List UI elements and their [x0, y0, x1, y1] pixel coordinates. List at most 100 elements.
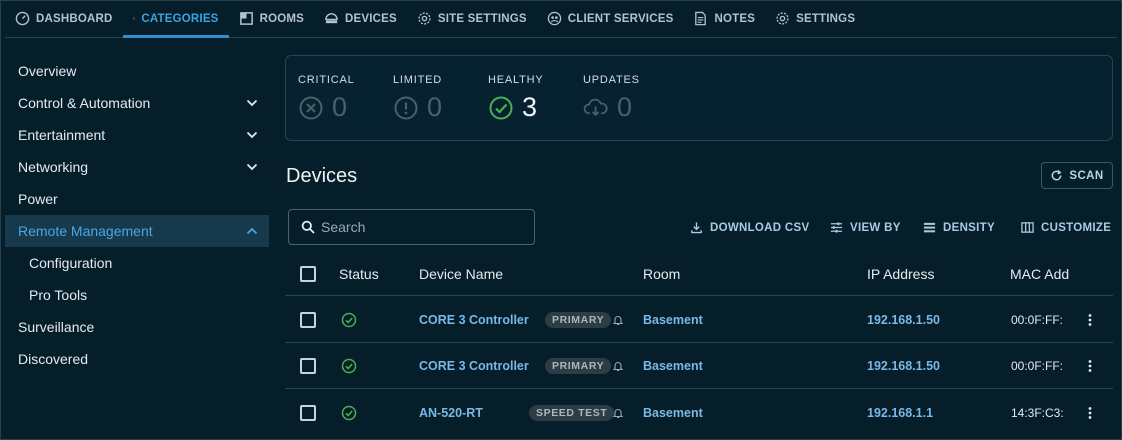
healthy-check-circle-icon: [341, 312, 357, 327]
table-row[interactable]: CORE 3 Controller PRIMARY Basement 192.1…: [285, 297, 1113, 343]
ip-address-link[interactable]: 192.168.1.1: [867, 390, 933, 436]
sidebar-item-power[interactable]: Power: [5, 183, 269, 215]
chevron-down-icon: [246, 99, 258, 107]
tab-rooms[interactable]: ROOMS: [229, 0, 314, 37]
device-name-link[interactable]: AN-520-RT: [419, 390, 483, 436]
mac-address: 00:0F:FF:: [1011, 312, 1064, 327]
device-badge: SPEED TEST: [529, 405, 615, 421]
view-by-button[interactable]: VIEW BY: [830, 221, 901, 234]
column-header-status[interactable]: Status: [339, 252, 379, 295]
tab-label: DASHBOARD: [36, 12, 113, 25]
limited-exclamation-icon: [394, 96, 418, 119]
chevron-down-icon: [246, 131, 258, 139]
row-checkbox[interactable]: [300, 405, 316, 421]
notes-icon: [695, 11, 707, 26]
devices-icon: [325, 13, 338, 24]
ip-address-link[interactable]: 192.168.1.50: [867, 297, 940, 342]
tab-notes[interactable]: NOTES: [683, 0, 765, 37]
more-vertical-icon[interactable]: [1083, 359, 1097, 373]
scan-label: SCAN: [1069, 169, 1104, 182]
device-badge: PRIMARY: [545, 357, 612, 374]
sidebar-item-label: Pro Tools: [29, 287, 88, 303]
sidebar-item-surveillance[interactable]: Surveillance: [5, 311, 269, 343]
sidebar-item-label: Control & Automation: [18, 95, 151, 111]
critical-x-circle-icon: [299, 96, 323, 119]
column-header-mac-address[interactable]: MAC Add: [1010, 252, 1069, 295]
sidebar-item-control-automation[interactable]: Control & Automation: [5, 87, 269, 119]
customize-label: CUSTOMIZE: [1041, 221, 1112, 234]
sidebar-item-discovered[interactable]: Discovered: [5, 343, 269, 375]
table-row[interactable]: AN-520-RT SPEED TEST Basement 192.168.1.…: [285, 390, 1113, 436]
categories-icon: [132, 17, 136, 20]
row-checkbox[interactable]: [300, 311, 316, 328]
tab-label: DEVICES: [345, 12, 397, 25]
stat-updates[interactable]: UPDATES 0: [583, 74, 678, 140]
table-header: Status Device Name Room IP Address MAC A…: [285, 252, 1113, 296]
column-header-room[interactable]: Room: [643, 252, 680, 295]
tab-label: CLIENT SERVICES: [567, 12, 674, 25]
row-checkbox[interactable]: [300, 357, 316, 374]
sidebar-item-label: Configuration: [29, 255, 113, 271]
more-vertical-icon[interactable]: [1083, 313, 1097, 327]
sidebar-item-networking[interactable]: Networking: [5, 151, 269, 183]
stat-healthy[interactable]: HEALTHY 3: [488, 74, 583, 140]
room-link[interactable]: Basement: [643, 297, 703, 342]
sidebar-item-entertainment[interactable]: Entertainment: [5, 119, 269, 151]
chevron-down-icon: [246, 163, 258, 171]
search-input[interactable]: [321, 219, 521, 235]
mac-address: 00:0F:FF:: [1011, 358, 1064, 373]
sidebar-item-remote-management[interactable]: Remote Management: [5, 215, 269, 247]
healthy-check-circle-icon: [341, 405, 357, 421]
room-link[interactable]: Basement: [643, 343, 703, 388]
cloud-download-icon: [583, 98, 608, 116]
mac-address: 14:3F:C3:: [1011, 406, 1064, 420]
rooms-icon: [239, 12, 253, 25]
view-by-label: VIEW BY: [850, 221, 901, 234]
device-name-link[interactable]: CORE 3 Controller: [419, 343, 529, 388]
tab-label: SETTINGS: [796, 12, 856, 25]
dashboard-icon: [15, 11, 30, 26]
ip-address-link[interactable]: 192.168.1.50: [867, 343, 940, 388]
stat-label: HEALTHY: [488, 74, 544, 86]
select-all-checkbox[interactable]: [300, 265, 316, 282]
sidebar-item-pro-tools[interactable]: Pro Tools: [5, 279, 269, 311]
column-header-ip-address[interactable]: IP Address: [867, 252, 934, 295]
customize-button[interactable]: CUSTOMIZE: [1021, 221, 1111, 234]
tab-client-services[interactable]: CLIENT SERVICES: [537, 0, 684, 37]
columns-icon: [1021, 222, 1034, 233]
healthy-check-circle-icon: [489, 96, 513, 119]
density-label: DENSITY: [943, 221, 995, 234]
sidebar-item-overview[interactable]: Overview: [5, 55, 269, 87]
room-link[interactable]: Basement: [643, 390, 703, 436]
table-row[interactable]: CORE 3 Controller PRIMARY Basement 192.1…: [285, 343, 1113, 389]
more-vertical-icon[interactable]: [1083, 406, 1097, 420]
stat-value: 0: [427, 92, 443, 122]
tab-settings[interactable]: SETTINGS: [765, 0, 865, 37]
bell-icon[interactable]: [612, 314, 624, 326]
scan-button[interactable]: SCAN: [1041, 162, 1113, 189]
bell-icon[interactable]: [612, 407, 624, 419]
column-header-device-name[interactable]: Device Name: [419, 252, 503, 295]
stat-label: UPDATES: [583, 74, 640, 86]
stat-label: LIMITED: [393, 74, 442, 86]
tab-categories[interactable]: CATEGORIES: [122, 0, 229, 38]
search-field[interactable]: [288, 209, 535, 245]
density-button[interactable]: DENSITY: [923, 221, 995, 234]
stat-limited[interactable]: LIMITED 0: [393, 74, 488, 140]
tab-dashboard[interactable]: DASHBOARD: [5, 0, 123, 37]
sidebar-item-label: Discovered: [18, 351, 89, 367]
bell-icon[interactable]: [612, 360, 624, 372]
client-services-icon: [547, 11, 562, 26]
devices-title: Devices: [286, 165, 358, 187]
gear-icon: [418, 12, 431, 25]
stat-critical[interactable]: CRITICAL 0: [298, 74, 393, 140]
device-name-link[interactable]: CORE 3 Controller: [419, 297, 529, 342]
density-icon: [923, 222, 936, 233]
download-csv-button[interactable]: DOWNLOAD CSV: [690, 221, 809, 234]
stat-value: 0: [332, 92, 348, 122]
tab-site-settings[interactable]: SITE SETTINGS: [407, 0, 537, 37]
sidebar-item-label: Entertainment: [18, 127, 106, 143]
sidebar-item-configuration[interactable]: Configuration: [5, 247, 269, 279]
tab-devices[interactable]: DEVICES: [314, 0, 407, 37]
tab-label: SITE SETTINGS: [437, 12, 527, 25]
